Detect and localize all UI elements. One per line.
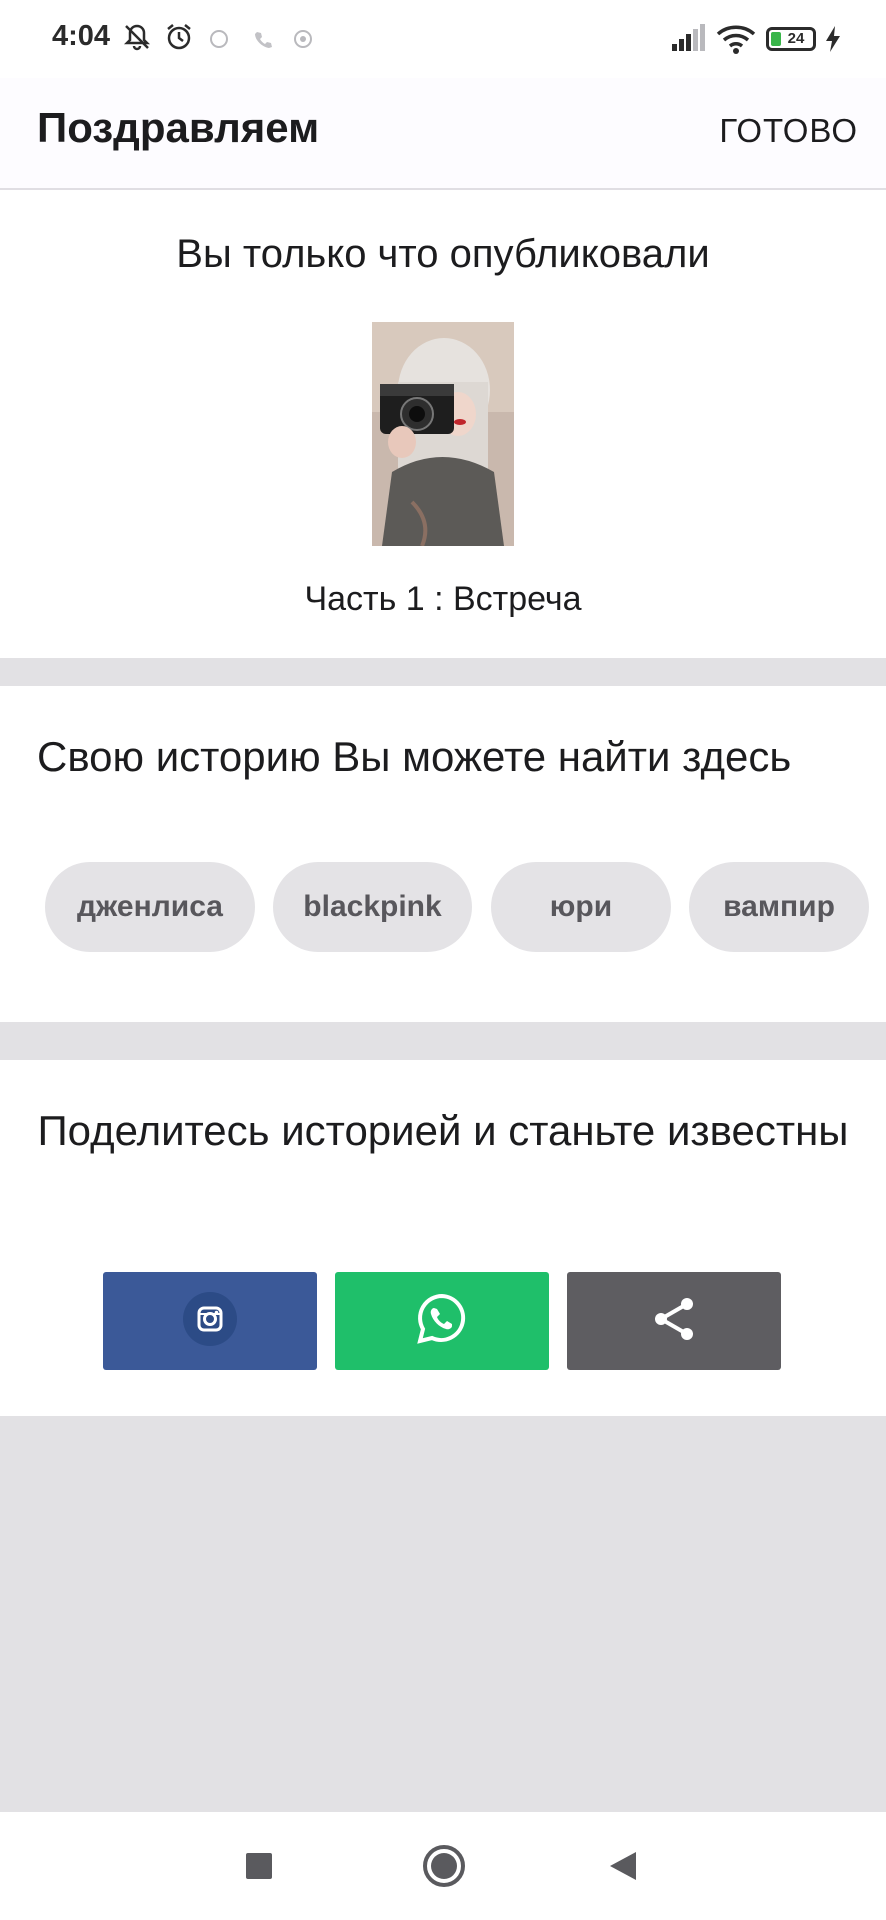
wifi-icon: [716, 24, 756, 59]
share-more-button[interactable]: [567, 1272, 781, 1370]
recents-square-icon[interactable]: [245, 1852, 273, 1885]
done-button[interactable]: ГОТОВО: [719, 106, 858, 156]
sync-icon: [208, 28, 230, 55]
whatsapp-icon: [414, 1291, 470, 1352]
tag-chip[interactable]: вампир: [689, 862, 869, 952]
story-cover-image[interactable]: [372, 322, 514, 546]
status-bar: 4:04 24: [0, 0, 886, 78]
share-icon: [650, 1295, 698, 1348]
find-heading: Свою историю Вы можете найти здесь: [37, 733, 792, 780]
status-time: 4:04: [52, 20, 111, 52]
system-nav-bar: [0, 1812, 886, 1920]
home-circle-icon[interactable]: [422, 1844, 466, 1893]
charging-icon: [824, 26, 842, 57]
tag-chip[interactable]: blackpink: [273, 862, 472, 952]
alarm-icon: [164, 22, 194, 57]
notifications-off-icon: [122, 22, 152, 57]
back-triangle-icon[interactable]: [608, 1850, 638, 1887]
share-section: Поделитесь историей и станьте известны: [0, 1060, 886, 1416]
app-bar: Поздравляем ГОТОВО: [0, 78, 886, 190]
tag-chip[interactable]: юри: [491, 862, 671, 952]
share-whatsapp-button[interactable]: [335, 1272, 549, 1370]
story-title: Часть 1 : Встреча: [304, 580, 582, 618]
battery-level: 24: [787, 30, 805, 47]
vpn-icon: [292, 28, 314, 55]
instagram-icon: [182, 1291, 238, 1352]
call-icon: [252, 28, 274, 55]
page-title: Поздравляем: [37, 104, 320, 151]
tag-chip[interactable]: дженлиса: [45, 862, 255, 952]
published-heading: Вы только что опубликовали: [176, 232, 710, 276]
share-instagram-button[interactable]: [103, 1272, 317, 1370]
tag-list: дженлиса blackpink юри вампир: [0, 862, 886, 952]
signal-icon: [670, 24, 706, 57]
published-section: Вы только что опубликовали Часть 1 : Вст…: [0, 190, 886, 658]
find-section: Свою историю Вы можете найти здесь дженл…: [0, 686, 886, 1022]
battery-icon: 24: [766, 27, 816, 51]
share-heading: Поделитесь историей и станьте известны: [37, 1107, 849, 1154]
